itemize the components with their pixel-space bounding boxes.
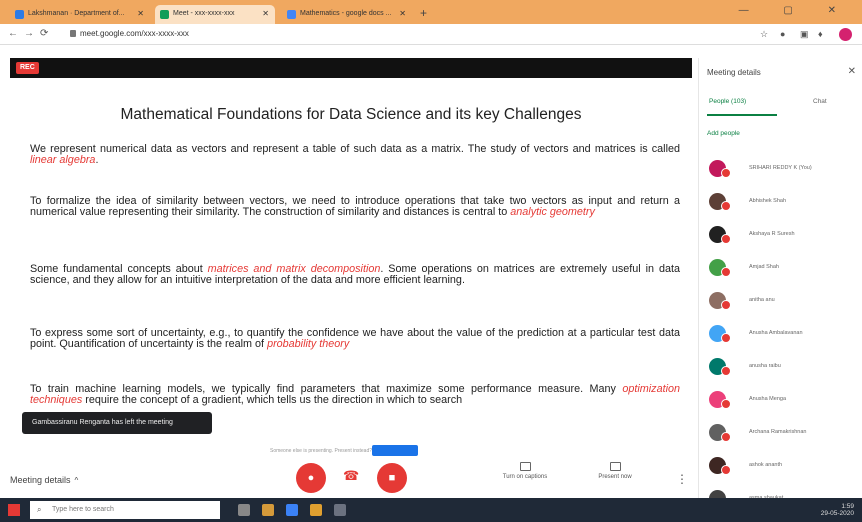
participant-row[interactable]: ashok ananth bbox=[709, 457, 859, 479]
mic-muted-icon bbox=[721, 333, 731, 343]
windows-taskbar: ⌕ Type here to search 1:59 29-05-2020 bbox=[0, 498, 862, 522]
chevron-up-icon: ^ bbox=[74, 476, 79, 485]
forward-icon[interactable]: → bbox=[24, 28, 34, 39]
slide-paragraph: To formalize the idea of similarity betw… bbox=[30, 195, 680, 218]
tab-label: Meet - xxx-xxxx-xxx bbox=[173, 10, 235, 17]
lock-icon bbox=[70, 30, 76, 37]
mic-muted-icon bbox=[721, 465, 731, 475]
slide-paragraph: To express some sort of uncertainty, e.g… bbox=[30, 327, 680, 350]
system-clock[interactable]: 1:59 29-05-2020 bbox=[821, 503, 854, 517]
slide-paragraph: To train machine learning models, we typ… bbox=[30, 383, 680, 406]
task-view-icon[interactable] bbox=[238, 504, 250, 516]
tab-chat[interactable]: Chat bbox=[813, 98, 827, 105]
present-now-button[interactable]: Present now bbox=[590, 462, 640, 480]
slide-title: Mathematical Foundations for Data Scienc… bbox=[120, 106, 582, 123]
presented-slide: Mathematical Foundations for Data Scienc… bbox=[10, 78, 692, 438]
meeting-details-panel: Meeting details ✕ People (103) Chat Add … bbox=[698, 58, 862, 508]
camera-off-icon: ■ bbox=[388, 472, 396, 484]
mic-muted-icon bbox=[721, 267, 731, 277]
chrome-app-icon[interactable] bbox=[310, 504, 322, 516]
presentation-header: REC bbox=[10, 58, 692, 78]
participant-row[interactable]: Anusha Menga bbox=[709, 391, 859, 413]
hangup-button[interactable]: ☎ bbox=[343, 468, 359, 484]
file-explorer-icon[interactable] bbox=[262, 504, 274, 516]
active-tab-indicator bbox=[707, 114, 777, 116]
mic-muted-icon bbox=[721, 300, 731, 310]
mic-muted-icon bbox=[721, 399, 731, 409]
participant-name: Anusha Menga bbox=[749, 396, 786, 402]
new-tab-button[interactable]: + bbox=[420, 6, 427, 20]
participant-row[interactable]: anusha raibu bbox=[709, 358, 859, 380]
mic-muted-icon bbox=[721, 234, 731, 244]
participant-name: anusha raibu bbox=[749, 363, 781, 369]
browser-tabbar: Lakshmanan · Department of... ✕ Meet - x… bbox=[0, 0, 862, 24]
tab-people[interactable]: People (103) bbox=[709, 98, 746, 105]
camera-icon[interactable]: ● bbox=[780, 29, 785, 39]
windows-start-icon[interactable] bbox=[8, 504, 20, 516]
captions-icon bbox=[519, 462, 531, 471]
participant-row[interactable]: Akshaya R Suresh bbox=[709, 226, 859, 248]
close-tab-icon[interactable]: ✕ bbox=[137, 9, 144, 18]
store-icon[interactable] bbox=[286, 504, 298, 516]
browser-tab[interactable]: Lakshmanan · Department of... ✕ bbox=[10, 5, 150, 24]
browser-tab-active[interactable]: Meet - xxx-xxxx-xxx ✕ bbox=[155, 5, 275, 24]
add-people-button[interactable]: Add people bbox=[707, 130, 740, 137]
search-icon: ⌕ bbox=[37, 505, 42, 514]
window-controls[interactable]: — ▢ ✕ bbox=[739, 5, 852, 16]
participant-row[interactable]: Abhishek Shah bbox=[709, 193, 859, 215]
mic-off-icon: ● bbox=[307, 472, 315, 484]
tab-label: Mathematics - google docs ... bbox=[300, 10, 392, 17]
extension-icon[interactable]: ▣ bbox=[800, 29, 809, 40]
meeting-details-button[interactable]: Meeting details ^ bbox=[10, 475, 78, 485]
panel-title: Meeting details bbox=[707, 68, 761, 77]
more-options-icon[interactable]: ⋮ bbox=[676, 472, 688, 486]
favicon-icon bbox=[287, 10, 296, 19]
participant-name: Abhishek Shah bbox=[749, 198, 786, 204]
participant-row[interactable]: Archana Ramakrishnan bbox=[709, 424, 859, 446]
notification-toast: Gambassiranu Renganta has left the meeti… bbox=[22, 412, 212, 434]
participant-row[interactable]: anitha anu bbox=[709, 292, 859, 314]
reload-icon[interactable]: ⟳ bbox=[40, 28, 48, 39]
bookmark-star-icon[interactable]: ☆ bbox=[760, 29, 768, 40]
participant-row[interactable]: SRIHARI REDDY K (You) bbox=[709, 160, 859, 182]
participant-name: Akshaya R Suresh bbox=[749, 231, 795, 237]
slide-paragraph: We represent numerical data as vectors a… bbox=[30, 143, 680, 166]
participant-name: SRIHARI REDDY K (You) bbox=[749, 165, 812, 171]
present-instead-button[interactable] bbox=[372, 445, 418, 456]
favicon-icon bbox=[15, 10, 24, 19]
close-tab-icon[interactable]: ✕ bbox=[399, 9, 406, 18]
camera-off-button[interactable]: ■ bbox=[377, 463, 407, 493]
mic-off-button[interactable]: ● bbox=[296, 463, 326, 493]
back-icon[interactable]: ← bbox=[8, 28, 18, 39]
present-icon bbox=[609, 462, 621, 471]
close-tab-icon[interactable]: ✕ bbox=[262, 9, 269, 18]
address-bar: ← → ⟳ meet.google.com/xxx-xxxx-xxx ☆ ● ▣… bbox=[0, 24, 862, 45]
taskbar-search-input[interactable]: ⌕ Type here to search bbox=[30, 501, 220, 519]
participant-name: Anusha Ambalavanan bbox=[749, 330, 803, 336]
browser-tab[interactable]: Mathematics - google docs ... ✕ bbox=[282, 5, 412, 24]
participant-name: ashok ananth bbox=[749, 462, 783, 468]
participant-row[interactable]: Anusha Ambalavanan bbox=[709, 325, 859, 347]
tab-label: Lakshmanan · Department of... bbox=[28, 10, 125, 17]
url-field[interactable]: meet.google.com/xxx-xxxx-xxx bbox=[70, 29, 189, 38]
participant-row[interactable]: Amjad Shah bbox=[709, 259, 859, 281]
participant-name: anitha anu bbox=[749, 297, 775, 303]
app-icon[interactable] bbox=[334, 504, 346, 516]
close-icon[interactable]: ✕ bbox=[848, 66, 856, 77]
recording-badge: REC bbox=[16, 62, 39, 74]
mic-muted-icon bbox=[721, 366, 731, 376]
profile-avatar[interactable] bbox=[839, 28, 852, 41]
mic-muted-icon bbox=[721, 168, 731, 178]
extension-icon[interactable]: ♦ bbox=[818, 29, 823, 39]
mic-muted-icon bbox=[721, 432, 731, 442]
participant-name: Amjad Shah bbox=[749, 264, 779, 270]
participant-name: Archana Ramakrishnan bbox=[749, 429, 807, 435]
meet-favicon-icon bbox=[160, 10, 169, 19]
mic-muted-icon bbox=[721, 201, 731, 211]
slide-paragraph: Some fundamental concepts about matrices… bbox=[30, 263, 680, 286]
captions-button[interactable]: Turn on captions bbox=[495, 462, 555, 480]
